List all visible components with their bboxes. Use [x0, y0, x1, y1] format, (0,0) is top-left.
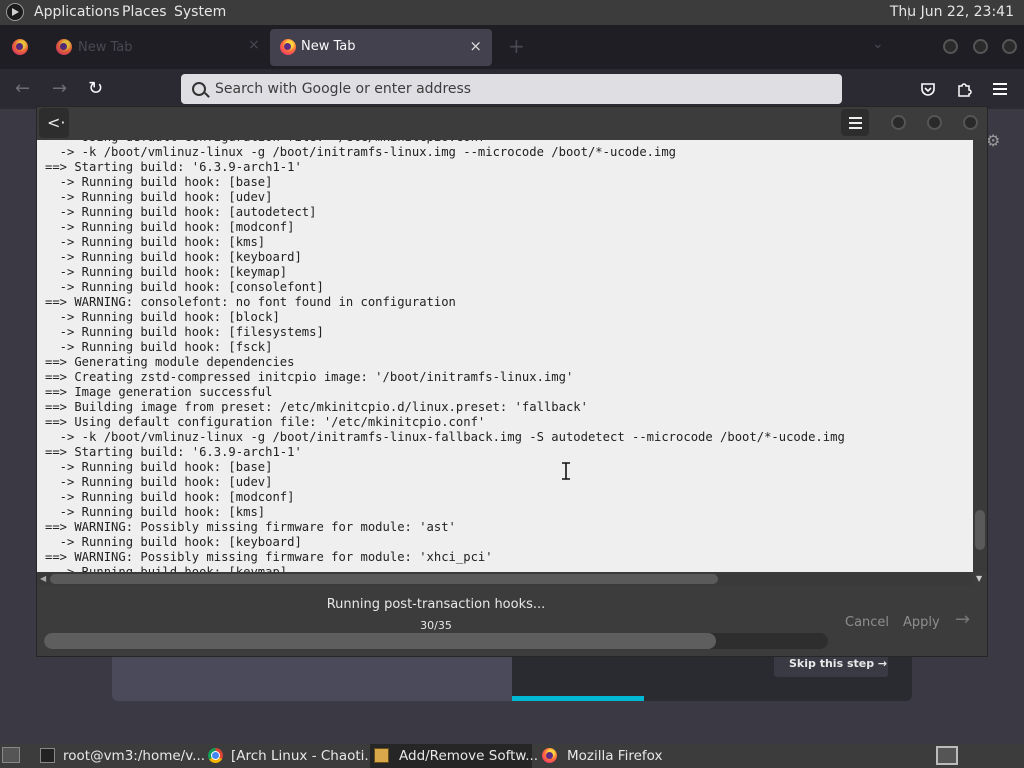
progress-fill	[44, 633, 716, 649]
tab-list-chevron-icon[interactable]: ⌄	[872, 36, 884, 52]
terminal-icon	[40, 748, 55, 763]
progress-count: 30/35	[420, 619, 452, 632]
text-cursor-icon	[562, 462, 570, 480]
dialog-maximize-icon[interactable]	[927, 115, 942, 130]
menu-places[interactable]: Places	[122, 4, 167, 20]
maximize-window-icon[interactable]	[973, 39, 988, 54]
forward-arrow-icon[interactable]: →	[52, 78, 67, 99]
horizontal-scroll-thumb[interactable]	[50, 574, 718, 584]
menu-line	[849, 127, 862, 129]
menu-applications[interactable]: Applications	[34, 4, 120, 20]
background-progress-bar	[512, 696, 644, 701]
scroll-left-icon[interactable]: ◀	[40, 574, 46, 583]
package-icon	[374, 748, 389, 763]
progress-bar	[44, 633, 828, 649]
firefox-view-icon[interactable]	[12, 39, 28, 55]
taskbar-item-firefox[interactable]: Mozilla Firefox	[538, 744, 688, 768]
new-tab-icon[interactable]: +	[508, 34, 525, 58]
tab-favicon-icon	[280, 39, 296, 55]
dialog-menu-button[interactable]	[841, 109, 869, 136]
menu-line	[849, 117, 862, 119]
close-window-icon[interactable]	[1002, 39, 1017, 54]
tab-inactive-close-icon[interactable]: ×	[248, 37, 260, 53]
taskbar-label: Mozilla Firefox	[567, 748, 663, 764]
clock[interactable]: Thu Jun 22, 23:41	[890, 4, 1014, 20]
scroll-down-icon[interactable]: ▼	[976, 574, 982, 583]
tab-active-title: New Tab	[301, 39, 356, 54]
taskbar-label: root@vm3:/home/v...	[63, 748, 206, 764]
distro-logo-icon[interactable]	[6, 3, 24, 21]
chrome-icon	[208, 748, 223, 763]
vertical-scrollbar[interactable]	[973, 140, 987, 572]
top-panel: Applications Places System Thu Jun 22, 2…	[0, 0, 1024, 25]
show-desktop-icon[interactable]	[2, 747, 20, 763]
vertical-scroll-thumb[interactable]	[975, 510, 985, 550]
back-arrow-icon[interactable]: ←	[15, 78, 30, 99]
workspace-switcher[interactable]	[936, 746, 958, 765]
dialog-minimize-icon[interactable]	[891, 115, 906, 130]
tab-inactive-title[interactable]: New Tab	[78, 40, 133, 55]
menu-system[interactable]: System	[174, 4, 226, 20]
taskbar-label: Add/Remove Softw...	[399, 748, 539, 764]
tab-favicon-icon	[56, 39, 72, 55]
terminal-text: -> Using default configuration file: '/e…	[45, 140, 845, 572]
taskbar-label: [Arch Linux - Chaoti...	[231, 748, 378, 764]
gear-icon[interactable]: ⚙	[986, 131, 1000, 150]
taskbar-item-terminal[interactable]: root@vm3:/home/v...	[36, 744, 206, 768]
minimize-window-icon[interactable]	[943, 39, 958, 54]
status-text: Running post-transaction hooks...	[326, 597, 546, 612]
pocket-icon[interactable]	[920, 81, 936, 97]
next-arrow-icon[interactable]: →	[955, 609, 983, 633]
dialog-back-button[interactable]: <·	[39, 108, 69, 138]
menu-line	[849, 122, 862, 124]
address-bar[interactable]: Search with Google or enter address	[181, 74, 842, 104]
firefox-icon	[542, 748, 557, 763]
back-icon: <·	[47, 113, 66, 132]
address-placeholder: Search with Google or enter address	[215, 81, 472, 97]
taskbar-item-chrome[interactable]: [Arch Linux - Chaoti...	[204, 744, 377, 768]
hamburger-menu-icon[interactable]	[992, 82, 1008, 96]
terminal-output[interactable]: -> Using default configuration file: '/e…	[37, 140, 973, 572]
skip-step-label: Skip this step →	[789, 657, 888, 670]
taskbar: root@vm3:/home/v... [Arch Linux - Chaoti…	[0, 744, 1024, 768]
taskbar-item-software[interactable]: Add/Remove Softw...	[370, 744, 538, 768]
apply-button[interactable]: Apply	[903, 615, 940, 630]
extensions-icon[interactable]	[955, 80, 973, 98]
cancel-button[interactable]: Cancel	[845, 615, 889, 630]
dialog-close-icon[interactable]	[963, 115, 978, 130]
search-icon	[192, 82, 206, 96]
reload-icon[interactable]: ↻	[88, 78, 103, 99]
tab-active[interactable]: New Tab ×	[270, 29, 492, 66]
tab-close-icon[interactable]: ×	[469, 37, 482, 55]
